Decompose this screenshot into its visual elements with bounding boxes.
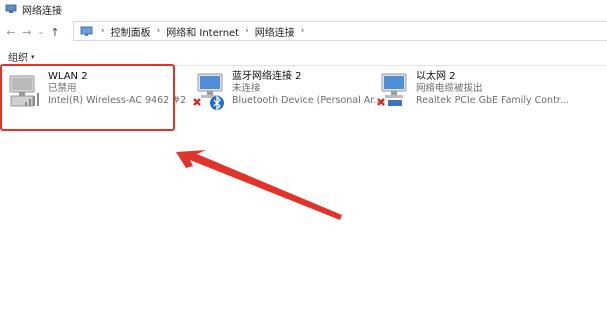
- annotation-arrow: [176, 150, 342, 220]
